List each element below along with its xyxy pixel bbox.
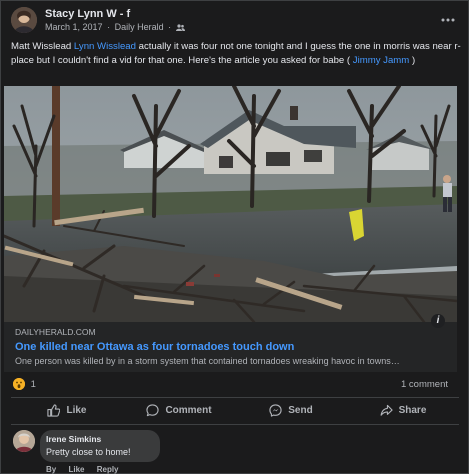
link-domain: DAILYHERALD.COM: [15, 327, 96, 337]
commenter-name[interactable]: Irene Simkins: [46, 434, 101, 444]
info-button[interactable]: i: [431, 314, 445, 328]
reaction-count: 1: [30, 378, 36, 390]
mention-jimmy-jamm[interactable]: Jimmy Jamm: [353, 55, 410, 66]
info-icon: i: [436, 315, 440, 326]
like-icon: [47, 403, 61, 417]
author-name[interactable]: Stacy Lynn W - f: [45, 8, 130, 20]
post-text: Matt Wisslead Lynn Wisslead actually it …: [11, 40, 463, 68]
author-avatar[interactable]: [11, 7, 37, 33]
post-header: Stacy Lynn W - f March 1, 2017 · Daily H…: [11, 7, 461, 35]
post-actions: Like Comment Send Share: [11, 398, 459, 422]
comment-actions: By Like Reply: [46, 465, 129, 474]
friends-icon: [175, 24, 185, 31]
comment-item: Irene Simkins Pretty close to home! By L…: [13, 430, 453, 474]
like-label: Like: [66, 404, 87, 416]
link-preview-image[interactable]: [4, 86, 457, 322]
more-horizontal-icon: [441, 18, 455, 22]
link-description: One person was killed by in a storm syst…: [15, 356, 400, 366]
share-label: Share: [398, 404, 427, 416]
comment-reply-button[interactable]: Reply: [97, 465, 119, 474]
link-preview-card[interactable]: i DAILYHERALD.COM One killed near Ottawa…: [4, 314, 457, 372]
comment-button[interactable]: Comment: [123, 398, 235, 422]
post-meta: March 1, 2017 · Daily Herald ·: [45, 22, 185, 32]
messenger-icon: [269, 403, 282, 417]
comment-text: Pretty close to home!: [46, 447, 131, 457]
post-text-part: ): [409, 55, 416, 66]
comment-like-button[interactable]: Like: [68, 465, 84, 474]
meta-separator-2: ·: [168, 22, 172, 32]
comment-bubble: Irene Simkins Pretty close to home!: [40, 430, 160, 462]
meta-separator: ·: [107, 22, 111, 32]
wow-reaction-icon: [13, 378, 25, 390]
share-button[interactable]: Share: [347, 398, 459, 422]
link-title[interactable]: One killed near Ottawa as four tornadoes…: [15, 341, 294, 353]
comment-icon: [146, 403, 160, 416]
post-date[interactable]: March 1, 2017: [45, 22, 103, 32]
share-icon: [380, 404, 393, 416]
send-button[interactable]: Send: [235, 398, 347, 422]
reactions-summary[interactable]: 1: [13, 378, 36, 392]
comment-count[interactable]: 1 comment: [401, 379, 448, 390]
more-options-button[interactable]: [441, 9, 455, 25]
divider: [11, 424, 459, 425]
send-label: Send: [288, 404, 313, 416]
comment-by[interactable]: By: [46, 465, 56, 474]
post-text-part: Matt Wisslead: [11, 41, 74, 52]
like-button[interactable]: Like: [11, 398, 123, 422]
comment-label: Comment: [165, 404, 212, 416]
commenter-avatar[interactable]: [13, 430, 35, 452]
mention-lynn-wisslead[interactable]: Lynn Wisslead: [74, 41, 136, 52]
post-source[interactable]: Daily Herald: [115, 22, 164, 32]
facebook-post: Stacy Lynn W - f March 1, 2017 · Daily H…: [0, 0, 469, 474]
